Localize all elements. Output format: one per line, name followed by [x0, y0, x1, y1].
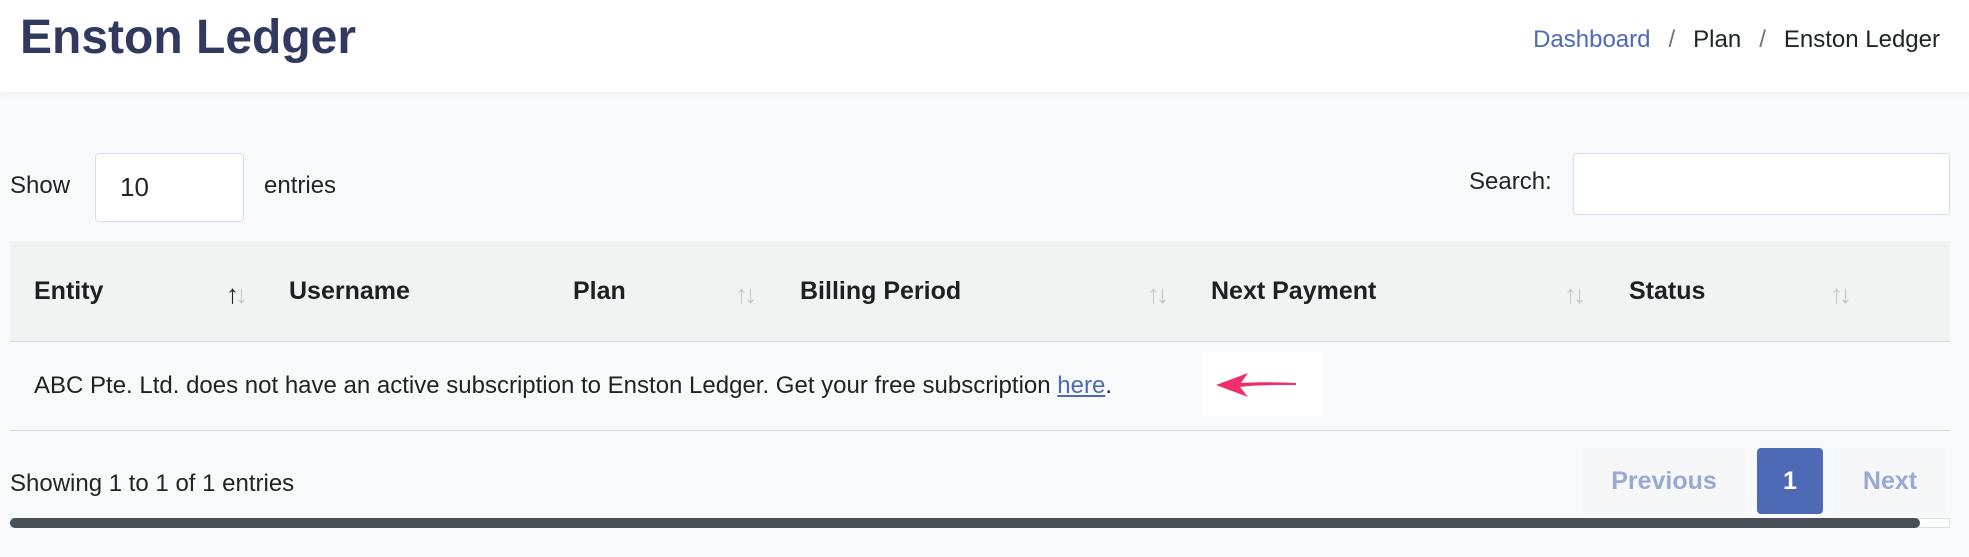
sort-arrows-icon[interactable]: ↑↓	[1830, 279, 1852, 309]
search-input[interactable]	[1573, 153, 1950, 215]
page-title: Enston Ledger	[20, 11, 357, 64]
empty-table-message: ABC Pte. Ltd. does not have an active su…	[34, 372, 1112, 400]
table-row: ABC Pte. Ltd. does not have an active su…	[10, 342, 1950, 431]
entries-label: entries	[264, 172, 337, 199]
breadcrumb-separator: /	[1668, 26, 1676, 53]
search-label: Search:	[1469, 168, 1552, 195]
column-header-billing-period[interactable]: Billing Period	[800, 241, 961, 341]
column-header-next-payment[interactable]: Next Payment	[1211, 241, 1376, 341]
column-header-entity[interactable]: Entity	[34, 241, 103, 341]
column-header-status[interactable]: Status	[1629, 241, 1705, 341]
sort-arrows-icon[interactable]: ↑↓	[1564, 279, 1586, 309]
breadcrumb-current: Enston Ledger	[1783, 26, 1940, 53]
breadcrumb: Dashboard / Plan / Enston Ledger	[1533, 26, 1940, 54]
empty-message-suffix: .	[1105, 372, 1112, 399]
entries-per-page-select[interactable]: 10	[95, 153, 244, 222]
page-header: Enston Ledger Dashboard / Plan / Enston …	[0, 0, 1969, 92]
sort-arrows-icon[interactable]: ↑↓	[735, 279, 757, 309]
table-info: Showing 1 to 1 of 1 entries	[10, 470, 295, 497]
column-header-plan[interactable]: Plan	[573, 241, 626, 341]
pointer-arrow-icon	[1216, 373, 1296, 397]
breadcrumb-dashboard-link[interactable]: Dashboard	[1533, 26, 1650, 54]
empty-message-text: ABC Pte. Ltd. does not have an active su…	[34, 372, 1058, 399]
show-label: Show	[10, 172, 71, 199]
free-subscription-link[interactable]: here	[1057, 372, 1105, 399]
page-1-button[interactable]: 1	[1757, 448, 1823, 514]
sort-arrows-icon[interactable]: ↑↓	[1147, 279, 1169, 309]
column-header-username: Username	[289, 277, 410, 305]
annotation-box	[1202, 352, 1322, 416]
previous-page-button[interactable]: Previous	[1582, 448, 1746, 514]
horizontal-scrollbar-thumb[interactable]	[10, 518, 1920, 528]
sort-arrows-icon[interactable]: ↑↓	[226, 279, 248, 309]
next-page-button[interactable]: Next	[1834, 448, 1946, 514]
table-header-row: Entity ↑↓ Username Plan ↑↓ Billing Perio…	[10, 241, 1950, 342]
breadcrumb-plan: Plan	[1693, 26, 1742, 53]
breadcrumb-separator: /	[1759, 26, 1766, 53]
